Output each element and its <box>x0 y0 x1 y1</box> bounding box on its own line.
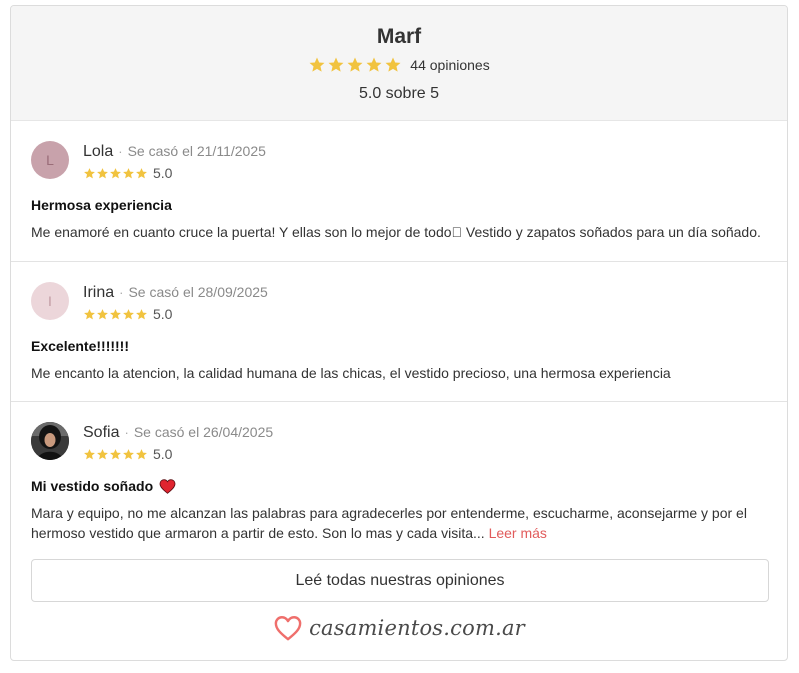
review-rating: 5.0 <box>83 306 172 322</box>
review-text: Mara y equipo, no me alcanzan las palabr… <box>31 503 767 543</box>
star-icon <box>97 448 108 459</box>
reviewer-name: Irina <box>83 284 115 301</box>
separator: · <box>119 285 124 300</box>
review-text: Me enamoré en cuanto cruce la puerta! Y … <box>31 224 761 240</box>
review-rating: 5.0 <box>83 446 172 462</box>
star-icon <box>110 308 121 319</box>
header-stars <box>308 56 402 74</box>
rating-value: 5.0 <box>153 446 173 462</box>
review-title: Excelente!!!!!!! <box>31 338 129 354</box>
wedding-date: Se casó el 28/09/2025 <box>128 284 268 300</box>
wedding-date: Se casó el 21/11/2025 <box>127 143 266 159</box>
red-heart-icon <box>159 478 176 494</box>
avatar: I <box>31 282 69 320</box>
star-icon <box>123 448 134 459</box>
heart-outline-icon <box>274 616 302 641</box>
star-icon <box>110 448 121 459</box>
review-count: 44 opiniones <box>410 57 490 73</box>
read-more-link[interactable]: Leer más <box>489 525 547 541</box>
review-title: Hermosa experiencia <box>31 197 172 213</box>
star-icon <box>84 167 95 178</box>
review-stars <box>83 167 148 180</box>
star-icon <box>97 308 108 319</box>
review-rating: 5.0 <box>83 165 172 181</box>
review-title-text: Hermosa experiencia <box>31 197 172 213</box>
avatar: L <box>31 141 69 179</box>
average-score: 5.0 sobre 5 <box>358 85 440 102</box>
star-icon <box>309 57 325 72</box>
review-item: Sofia · Se casó el 26/04/2025 5.0 Mi ves… <box>11 402 787 557</box>
star-icon <box>347 57 363 72</box>
star-icon <box>136 308 147 319</box>
avatar-initial: I <box>48 293 52 309</box>
reviews-widget: Marf 44 opiniones 5.0 sobre 5 L Lola · S… <box>10 5 788 661</box>
rating-value: 5.0 <box>153 306 173 322</box>
brand-logo[interactable]: casamientos.com.ar <box>11 614 787 642</box>
wedding-date: Se casó el 26/04/2025 <box>133 424 274 440</box>
review-title-text: Mi vestido soñado <box>31 478 154 494</box>
header-rating: 44 opiniones <box>11 56 787 74</box>
review-stars <box>83 308 148 321</box>
star-icon <box>385 57 401 72</box>
avatar <box>31 422 69 460</box>
reviewer-line: Sofia · Se casó el 26/04/2025 <box>83 424 273 442</box>
review-item: I Irina · Se casó el 28/09/2025 5.0 Exce… <box>11 262 787 402</box>
reviewer-name: Sofia <box>83 424 120 441</box>
review-stars <box>83 448 148 461</box>
star-icon <box>123 308 134 319</box>
reviewer-name: Lola <box>83 143 114 160</box>
star-icon <box>366 57 382 72</box>
brand-name: casamientos.com.ar <box>309 616 525 640</box>
star-icon <box>136 167 147 178</box>
separator: · <box>124 425 129 440</box>
star-icon <box>110 167 121 178</box>
separator: · <box>118 144 123 159</box>
photo-avatar-icon <box>31 422 69 460</box>
rating-value: 5.0 <box>153 165 173 181</box>
star-icon <box>84 448 95 459</box>
business-name: Marf <box>376 25 422 48</box>
star-icon <box>97 167 108 178</box>
review-text: Me encanto la atencion, la calidad human… <box>31 365 671 381</box>
review-item: L Lola · Se casó el 21/11/2025 5.0 Hermo… <box>11 121 787 262</box>
review-text-content: Mara y equipo, no me alcanzan las palabr… <box>31 505 747 541</box>
star-icon <box>328 57 344 72</box>
review-title-text: Excelente!!!!!!! <box>31 338 130 354</box>
star-icon <box>136 448 147 459</box>
star-icon <box>123 167 134 178</box>
avatar-initial: L <box>46 152 54 168</box>
reviewer-line: Lola · Se casó el 21/11/2025 <box>83 143 266 161</box>
widget-header: Marf 44 opiniones 5.0 sobre 5 <box>11 6 787 121</box>
star-icon <box>84 308 95 319</box>
reviewer-line: Irina · Se casó el 28/09/2025 <box>83 284 268 302</box>
review-title: Mi vestido soñado <box>31 478 176 494</box>
read-all-reviews-button[interactable]: Leé todas nuestras opiniones <box>31 559 769 602</box>
